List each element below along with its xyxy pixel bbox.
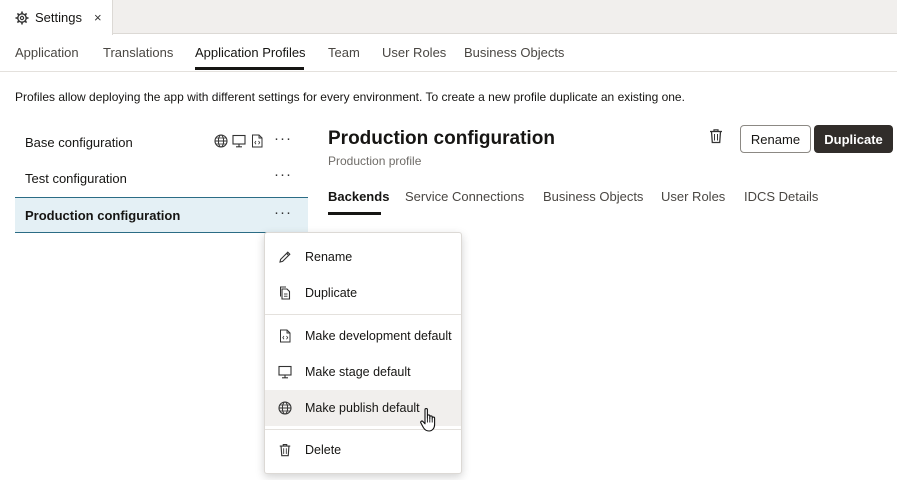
profile-item-test[interactable]: Test configuration ··· (15, 160, 308, 196)
menu-item-make-stage-default[interactable]: Make stage default (265, 354, 461, 390)
tab-team[interactable]: Team (328, 45, 360, 60)
profile-actions-button[interactable]: ··· (274, 130, 292, 147)
menu-item-duplicate[interactable]: Duplicate (265, 275, 461, 311)
menu-item-make-development-default[interactable]: Make development default (265, 318, 461, 354)
detail-active-tab-indicator (328, 212, 381, 215)
duplicate-icon (278, 286, 292, 300)
tab-service-connections[interactable]: Service Connections (405, 189, 524, 204)
tab-backends[interactable]: Backends (328, 189, 389, 204)
menu-item-label: Make stage default (305, 365, 411, 379)
active-tab-indicator (195, 67, 304, 70)
menu-item-label: Make development default (305, 329, 452, 343)
menu-item-label: Make publish default (305, 401, 420, 415)
close-tab-icon[interactable]: × (94, 10, 102, 25)
menu-item-rename[interactable]: Rename (265, 239, 461, 275)
profile-name: Production configuration (25, 207, 181, 223)
tab-translations[interactable]: Translations (103, 45, 173, 60)
tab-business-objects-detail[interactable]: Business Objects (543, 189, 643, 204)
menu-separator (265, 314, 461, 315)
globe-icon (278, 401, 292, 415)
pencil-icon (278, 250, 292, 264)
rename-button[interactable]: Rename (740, 125, 811, 153)
document-tab-bar: Settings × (0, 0, 897, 35)
profile-subtitle: Production profile (328, 154, 422, 168)
doc-tab-title: Settings (35, 10, 82, 25)
code-file-icon (250, 134, 264, 148)
settings-nav-tabs: Application Translations Application Pro… (0, 35, 897, 72)
tab-application-profiles[interactable]: Application Profiles (195, 45, 306, 60)
profile-name: Base configuration (25, 134, 133, 150)
profile-item-production[interactable]: Production configuration ··· (15, 197, 308, 233)
page-description: Profiles allow deploying the app with di… (15, 90, 685, 104)
profile-title: Production configuration (328, 128, 555, 149)
tab-application[interactable]: Application (15, 45, 79, 60)
monitor-icon (232, 134, 246, 148)
profile-name: Test configuration (25, 170, 127, 186)
gear-icon (15, 11, 29, 25)
monitor-icon (278, 365, 292, 379)
profile-item-base[interactable]: Base configuration ··· (15, 124, 308, 160)
delete-profile-button[interactable] (708, 128, 728, 148)
hand-pointer-cursor-icon (419, 407, 439, 433)
tab-business-objects[interactable]: Business Objects (464, 45, 564, 60)
menu-item-label: Delete (305, 443, 342, 457)
tab-user-roles[interactable]: User Roles (382, 45, 446, 60)
settings-doc-tab[interactable]: Settings × (0, 0, 113, 35)
profile-actions-button[interactable]: ··· (274, 204, 292, 221)
profile-actions-button[interactable]: ··· (274, 166, 292, 183)
duplicate-button[interactable]: Duplicate (814, 125, 893, 153)
profile-context-menu: Rename Duplicate Make development defaul… (264, 232, 462, 474)
tab-user-roles-detail[interactable]: User Roles (661, 189, 725, 204)
menu-item-delete[interactable]: Delete (265, 432, 461, 468)
menu-item-label: Rename (305, 250, 353, 264)
trash-icon (278, 443, 292, 457)
default-badges (214, 134, 264, 148)
globe-icon (214, 134, 228, 148)
trash-icon (708, 129, 724, 147)
tab-idcs-details[interactable]: IDCS Details (744, 189, 818, 204)
code-file-icon (278, 329, 292, 343)
menu-item-label: Duplicate (305, 286, 358, 300)
